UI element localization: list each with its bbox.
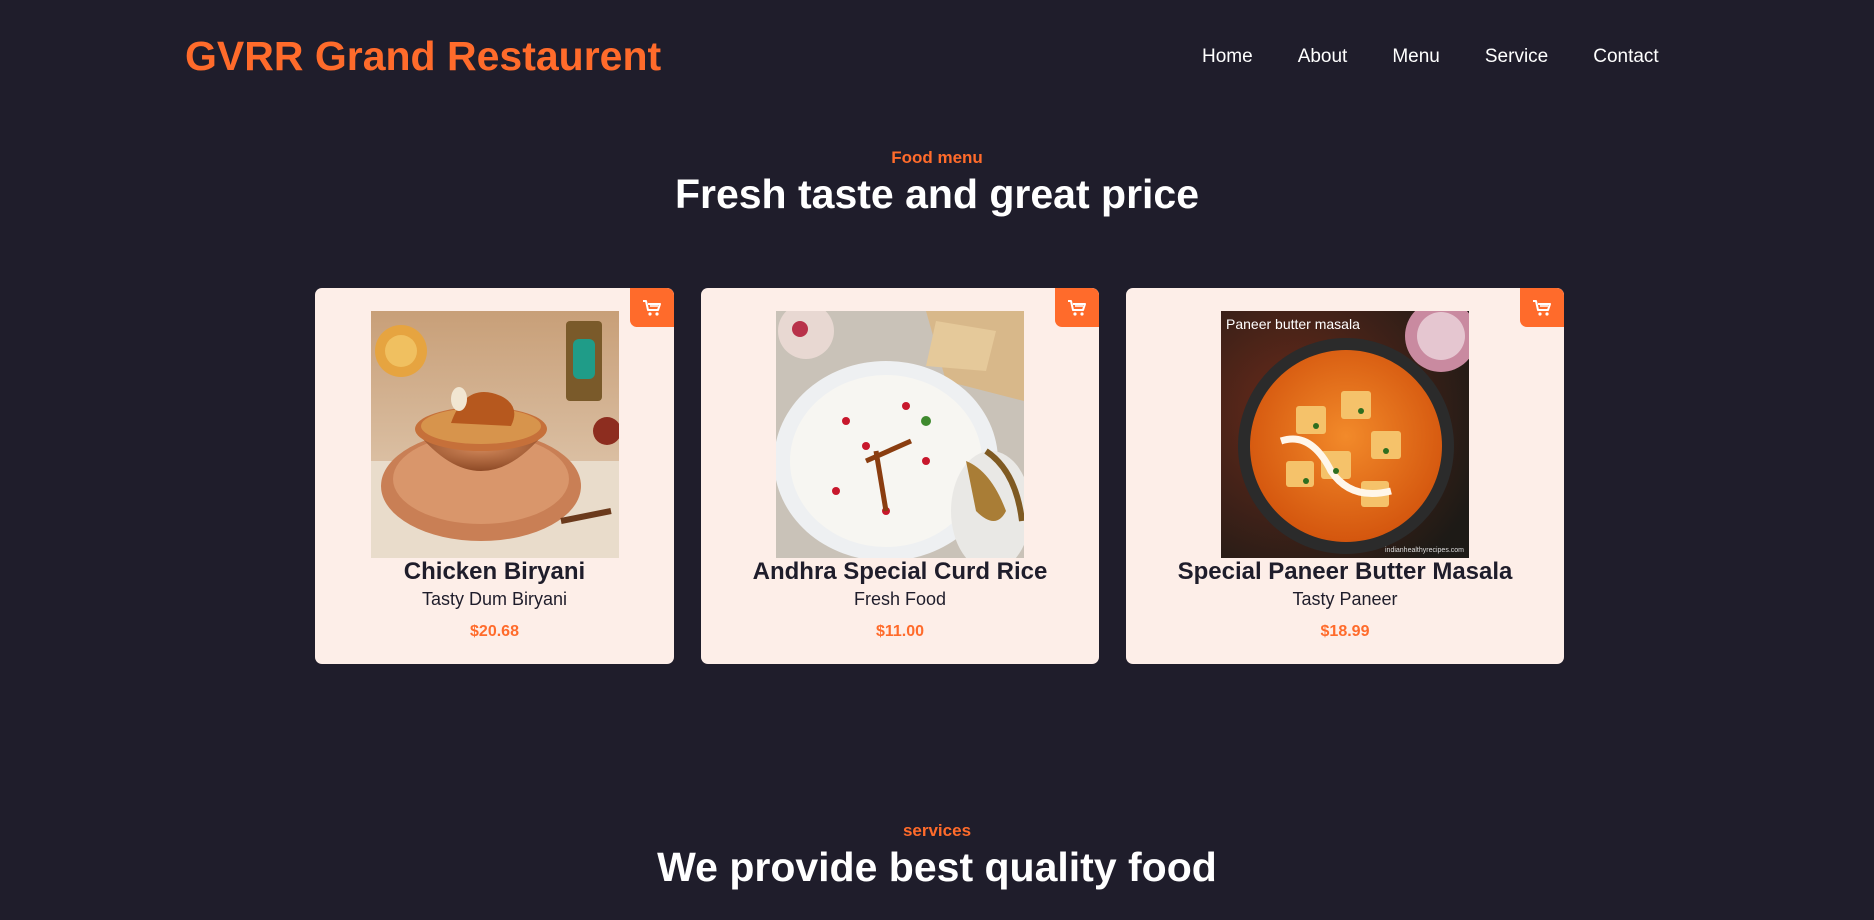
food-card[interactable]: Chicken Biryani Tasty Dum Biryani $20.68 [315, 288, 674, 664]
cart-icon [643, 299, 661, 316]
image-caption: Paneer butter masala [1226, 316, 1360, 332]
section-subtitle: services [902, 821, 972, 840]
nav-service[interactable]: Service [1485, 46, 1548, 68]
nav-menu[interactable]: Menu [1392, 46, 1440, 68]
main-nav: Home About Menu Service Contact [1202, 46, 1704, 68]
food-description: Tasty Paneer [1292, 589, 1398, 609]
paneer-image: Paneer butter masala indianhealthyrecipe… [1221, 311, 1469, 558]
image-credit: indianhealthyrecipes.com [1385, 547, 1464, 554]
services-heading: services We provide best quality food [0, 821, 1874, 891]
food-price: $11.00 [875, 623, 925, 640]
cart-icon [1068, 299, 1086, 316]
food-card[interactable]: Andhra Special Curd Rice Fresh Food $11.… [701, 288, 1099, 664]
food-cards: Chicken Biryani Tasty Dum Biryani $20.68 [0, 288, 1874, 664]
site-header: GVRR Grand Restaurent Home About Menu Se… [0, 0, 1874, 114]
food-menu-heading: Food menu Fresh taste and great price [0, 148, 1874, 218]
food-name: Chicken Biryani [403, 558, 586, 585]
food-description: Tasty Dum Biryani [421, 589, 568, 609]
nav-home[interactable]: Home [1202, 46, 1253, 68]
section-title: Fresh taste and great price [674, 171, 1200, 217]
brand-logo[interactable]: GVRR Grand Restaurent [185, 33, 661, 80]
section-title: We provide best quality food [657, 844, 1217, 890]
add-to-cart-button[interactable] [1520, 288, 1564, 327]
add-to-cart-button[interactable] [1055, 288, 1099, 327]
nav-about[interactable]: About [1298, 46, 1348, 68]
add-to-cart-button[interactable] [630, 288, 674, 327]
curd-rice-image [776, 311, 1024, 558]
food-description: Fresh Food [853, 589, 947, 609]
food-name: Andhra Special Curd Rice [752, 558, 1048, 585]
food-price: $20.68 [470, 623, 519, 640]
cart-icon [1533, 299, 1551, 316]
food-name: Special Paneer Butter Masala [1177, 558, 1513, 585]
food-price: $18.99 [1320, 623, 1370, 640]
nav-contact[interactable]: Contact [1593, 46, 1658, 68]
section-subtitle: Food menu [891, 148, 983, 167]
biryani-image [370, 311, 619, 558]
food-card[interactable]: Paneer butter masala indianhealthyrecipe… [1126, 288, 1564, 664]
